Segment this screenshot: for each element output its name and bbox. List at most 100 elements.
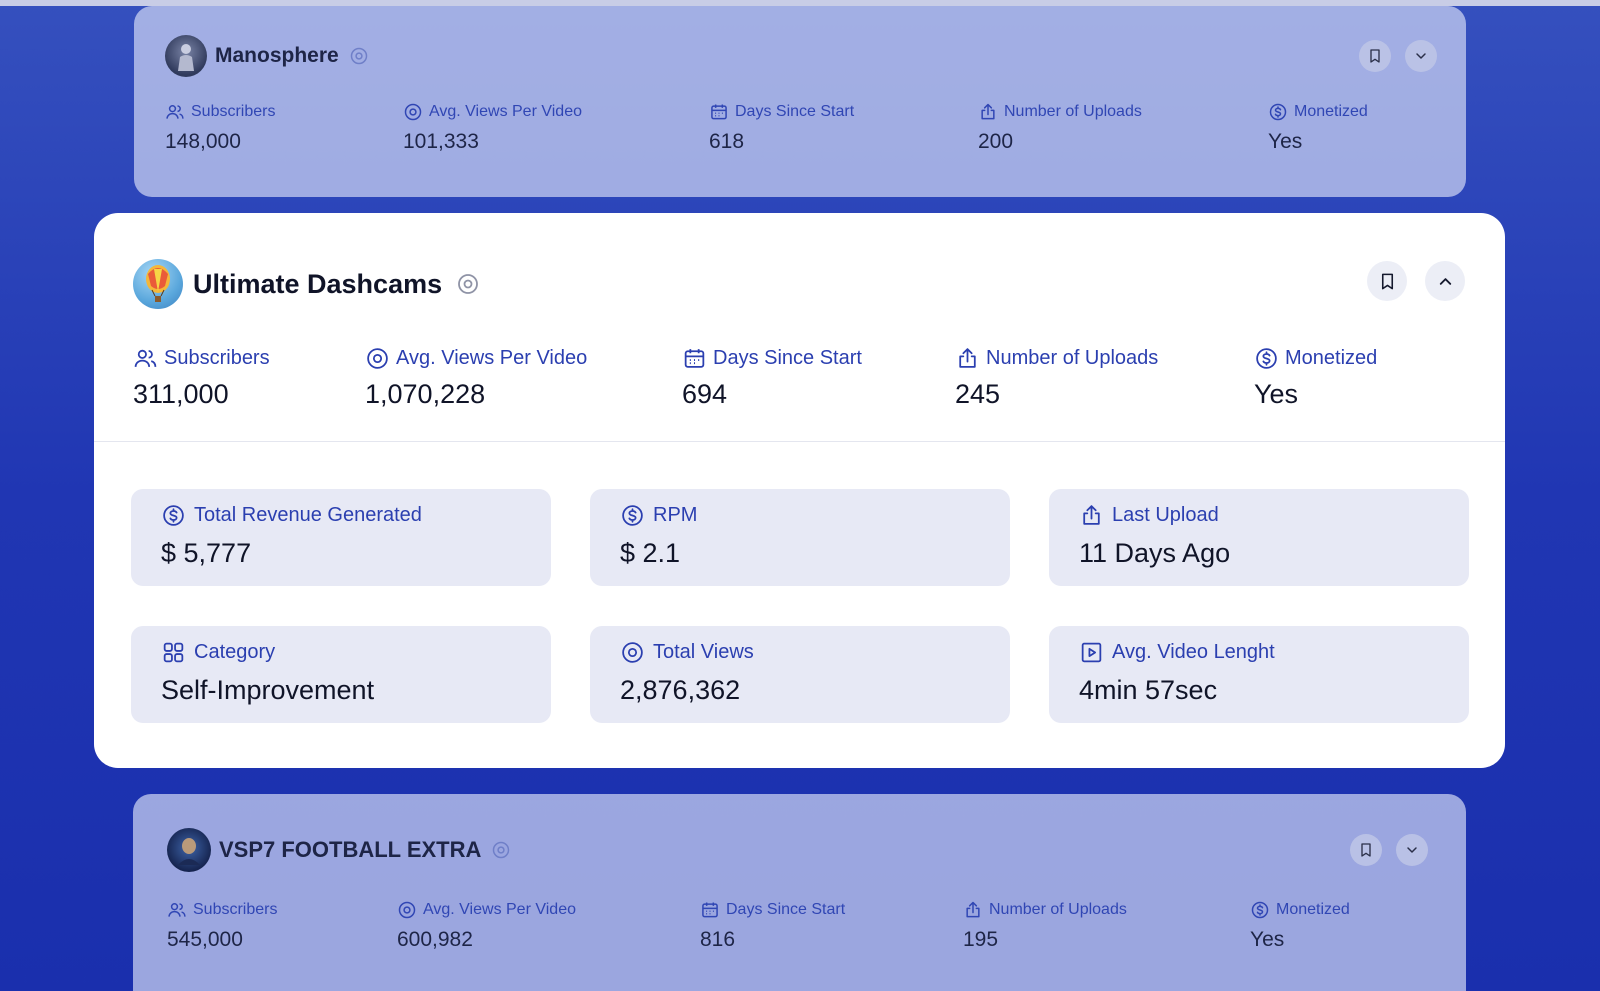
card-actions (1350, 834, 1428, 866)
stat-label: Subscribers (164, 347, 270, 369)
chevron-down-icon (1416, 53, 1426, 59)
stat-label: Days Since Start (713, 347, 862, 369)
bookmark-icon (1381, 273, 1393, 289)
stat-value: Yes (1254, 379, 1299, 409)
tile-total-views: Total Views 2,876,362 (590, 626, 1010, 723)
bookmark-icon (1361, 843, 1371, 857)
eye-icon (622, 642, 643, 663)
calendar-icon (711, 104, 727, 120)
grid-icon (163, 642, 184, 663)
dollar-icon (1256, 348, 1277, 369)
bookmark-icon (1370, 49, 1380, 63)
bookmark-button[interactable] (1359, 40, 1391, 72)
tile-value: Self-Improvement (161, 675, 375, 705)
stat-avg-views: Avg. Views Per Video 600,982 (397, 900, 576, 952)
stat-value: 1,070,228 (365, 379, 486, 409)
stat-value: 816 (700, 928, 736, 951)
eye-icon[interactable] (349, 46, 369, 66)
stat-value: 245 (955, 379, 1001, 409)
stat-value: 694 (682, 379, 728, 409)
channel-header: Ultimate Dashcams (133, 259, 480, 309)
chevron-down-icon (1407, 847, 1417, 853)
channel-card-manosphere[interactable]: Manosphere Subscribers 148,000 Avg. View… (134, 6, 1466, 197)
stat-value: 618 (709, 130, 745, 153)
tile-rpm: RPM $ 2.1 (590, 489, 1010, 586)
stat-number-of-uploads: Number of Uploads 195 (963, 900, 1127, 952)
stat-monetized: Monetized Yes (1250, 900, 1350, 952)
stat-days-since-start: Days Since Start 816 (700, 900, 845, 952)
stat-value: 545,000 (167, 928, 243, 951)
stat-value: Yes (1250, 928, 1285, 951)
eye-icon[interactable] (456, 272, 480, 296)
tile-label: Total Revenue Generated (194, 504, 422, 526)
card-divider (94, 441, 1505, 442)
tile-value: 11 Days Ago (1079, 538, 1231, 568)
upload-icon (966, 901, 980, 918)
tile-last-upload: Last Upload 11 Days Ago (1049, 489, 1469, 586)
stat-label: Avg. Views Per Video (423, 901, 576, 918)
calendar-icon (702, 902, 718, 918)
dollar-icon (1269, 103, 1287, 121)
stat-value: 148,000 (165, 130, 241, 153)
tile-label: Last Upload (1112, 504, 1219, 526)
expand-button[interactable] (1396, 834, 1428, 866)
stat-value: 311,000 (133, 379, 229, 409)
tile-label: RPM (653, 504, 698, 526)
card-actions (1367, 261, 1465, 301)
eye-icon[interactable] (491, 840, 511, 860)
stat-label: Subscribers (191, 103, 276, 120)
stat-number-of-uploads: Number of Uploads 245 (955, 346, 1158, 410)
stat-subscribers: Subscribers 311,000 (133, 346, 270, 410)
collapse-button[interactable] (1425, 261, 1465, 301)
stat-label: Days Since Start (726, 901, 846, 918)
users-icon (134, 349, 157, 367)
channel-card-ultimate-dashcams[interactable]: Ultimate Dashcams Subscribers 311,000 Av… (94, 213, 1505, 768)
tile-label: Total Views (653, 641, 754, 663)
upload-icon (1083, 505, 1100, 525)
channel-avatar (133, 259, 183, 309)
stat-value: Yes (1268, 130, 1303, 153)
stat-label: Number of Uploads (986, 347, 1159, 369)
stat-label: Number of Uploads (1004, 103, 1142, 120)
stat-subscribers: Subscribers 148,000 (165, 102, 275, 154)
tile-value: $ 5,777 (161, 538, 252, 568)
tile-label: Category (194, 641, 276, 663)
play-icon (1081, 642, 1102, 663)
channel-avatar (167, 828, 211, 872)
stat-number-of-uploads: Number of Uploads 200 (978, 102, 1142, 154)
stat-days-since-start: Days Since Start 694 (682, 346, 862, 410)
users-icon (168, 903, 186, 917)
bookmark-button[interactable] (1350, 834, 1382, 866)
stat-label: Number of Uploads (989, 901, 1127, 918)
chevron-up-icon (1439, 277, 1451, 285)
tile-category: Category Self-Improvement (131, 626, 551, 723)
stat-value: 101,333 (403, 130, 479, 153)
stat-label: Monetized (1276, 901, 1350, 918)
dollar-icon (163, 505, 184, 526)
tile-value: 4min 57sec (1079, 675, 1218, 705)
channel-name[interactable]: Manosphere (215, 44, 339, 68)
channel-name[interactable]: VSP7 FOOTBALL EXTRA (219, 837, 481, 863)
stat-monetized: Monetized Yes (1268, 102, 1368, 154)
tile-value: 2,876,362 (620, 675, 741, 705)
calendar-icon (684, 349, 705, 368)
stat-value: 195 (963, 928, 999, 951)
channel-header: VSP7 FOOTBALL EXTRA (167, 828, 511, 872)
tile-total-revenue: Total Revenue Generated $ 5,777 (131, 489, 551, 586)
stat-value: 200 (978, 130, 1014, 153)
expand-button[interactable] (1405, 40, 1437, 72)
stat-value: 600,982 (397, 928, 473, 951)
stat-label: Avg. Views Per Video (429, 103, 582, 120)
tile-avg-video-length: Avg. Video Lenght 4min 57sec (1049, 626, 1469, 723)
stat-label: Subscribers (193, 901, 278, 918)
upload-icon (959, 348, 976, 368)
tile-value: $ 2.1 (620, 538, 681, 568)
channel-name[interactable]: Ultimate Dashcams (193, 269, 442, 300)
bookmark-button[interactable] (1367, 261, 1407, 301)
stat-avg-views: Avg. Views Per Video 1,070,228 (365, 346, 587, 410)
stat-label: Days Since Start (735, 103, 855, 120)
stat-label: Monetized (1294, 103, 1368, 120)
channel-card-vsp7-football-extra[interactable]: VSP7 FOOTBALL EXTRA Subscribers 545,000 … (133, 794, 1466, 991)
channel-header: Manosphere (165, 35, 369, 77)
stat-label: Monetized (1285, 347, 1378, 369)
